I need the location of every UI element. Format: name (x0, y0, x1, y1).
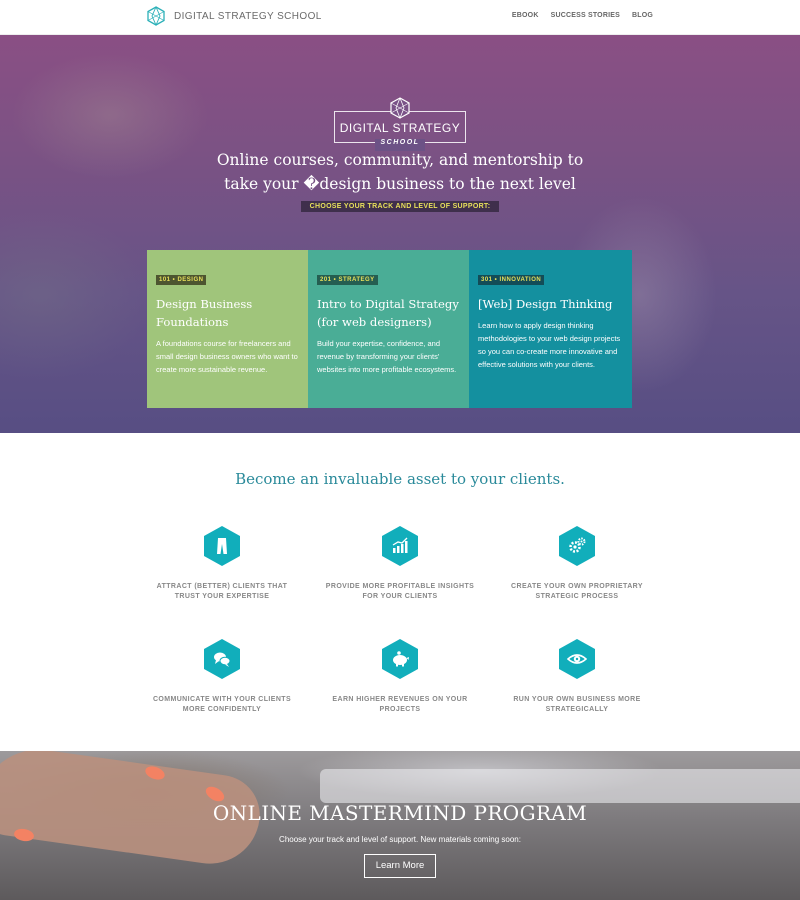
piggy-bank-icon (393, 651, 409, 667)
track-cards: 101 • DESIGN Design Business Foundations… (147, 250, 632, 408)
nav-link-ebook[interactable]: EBOOK (512, 12, 539, 19)
track-tag: 201 • STRATEGY (317, 275, 378, 285)
track-description: Build your expertise, confidence, and re… (317, 339, 457, 374)
nav-links: EBOOK SUCCESS STORIES BLOG (512, 12, 653, 19)
track-card-innovation[interactable]: 301 • INNOVATION [Web] Design Thinking L… (469, 250, 632, 408)
nav-link-success-stories[interactable]: SUCCESS STORIES (551, 12, 620, 19)
track-card-design[interactable]: 101 • DESIGN Design Business Foundations… (147, 250, 308, 408)
track-title: Design Business Foundations (156, 297, 253, 329)
hex-badge (204, 639, 240, 679)
track-tag: 101 • DESIGN (156, 275, 207, 285)
site-logo[interactable]: DIGITAL STRATEGY SCHOOL (146, 6, 322, 26)
benefits-heading: Become an invaluable asset to your clien… (235, 470, 565, 488)
mastermind-section: ONLINE MASTERMIND PROGRAM Choose your tr… (0, 751, 800, 900)
choose-track-label: CHOOSE YOUR TRACK AND LEVEL OF SUPPORT: (301, 201, 499, 212)
benefit-label: COMMUNICATE WITH YOUR CLIENTS MORE CONFI… (152, 696, 292, 713)
keyboard-background (320, 769, 800, 803)
logo-icon (390, 97, 410, 119)
hero-section: DIGITAL STRATEGY SCHOOL Online courses, … (0, 35, 800, 433)
benefit-label: EARN HIGHER REVENUES ON YOUR PROJECTS (332, 696, 468, 713)
gears-icon (569, 537, 586, 553)
track-card-strategy[interactable]: 201 • STRATEGY Intro to Digital Strategy… (308, 250, 469, 408)
track-tag: 301 • INNOVATION (478, 275, 545, 285)
benefit-label: CREATE YOUR OWN PROPRIETARY STRATEGIC PR… (511, 583, 643, 600)
hex-badge (204, 526, 240, 566)
top-navigation: DIGITAL STRATEGY SCHOOL EBOOK SUCCESS ST… (0, 0, 800, 35)
track-description: Learn how to apply design thinking metho… (478, 321, 621, 369)
benefit-communicate: COMMUNICATE WITH YOUR CLIENTS MORE CONFI… (147, 639, 297, 715)
nav-link-blog[interactable]: BLOG (632, 12, 653, 19)
mastermind-title: ONLINE MASTERMIND PROGRAM (212, 801, 588, 825)
logo-text: DIGITAL STRATEGY SCHOOL (174, 10, 322, 22)
benefit-run-business: RUN YOUR OWN BUSINESS MORE STRATEGICALLY (502, 639, 652, 715)
hex-badge (559, 526, 595, 566)
track-title: Intro to Digital Strategy (for web desig… (317, 297, 459, 329)
benefit-profitable-insights: PROVIDE MORE PROFITABLE INSIGHTS FOR YOU… (325, 526, 475, 602)
hex-badge (382, 526, 418, 566)
mastermind-subtitle: Choose your track and level of support. … (279, 835, 521, 844)
benefit-label: RUN YOUR OWN BUSINESS MORE STRATEGICALLY (513, 696, 641, 713)
eye-icon (567, 654, 587, 664)
growth-chart-icon (392, 537, 408, 553)
benefit-label: PROVIDE MORE PROFITABLE INSIGHTS FOR YOU… (325, 583, 475, 600)
hex-badge (382, 639, 418, 679)
badge-title: DIGITAL STRATEGY (339, 121, 461, 135)
logo-icon (147, 6, 165, 26)
benefit-label: ATTRACT (BETTER) CLIENTS THAT TRUST YOUR… (156, 583, 288, 600)
benefit-attract-clients: ATTRACT (BETTER) CLIENTS THAT TRUST YOUR… (147, 526, 297, 602)
hero-heading: Online courses, community, and mentorshi… (150, 148, 650, 196)
learn-more-button[interactable]: Learn More (364, 854, 436, 878)
hero-logo-badge: DIGITAL STRATEGY SCHOOL (334, 97, 466, 151)
pants-icon (217, 538, 227, 554)
benefit-strategic-process: CREATE YOUR OWN PROPRIETARY STRATEGIC PR… (502, 526, 652, 602)
track-title: [Web] Design Thinking (478, 297, 613, 311)
track-description: A foundations course for freelancers and… (156, 339, 298, 374)
hex-badge (559, 639, 595, 679)
benefit-higher-revenue: EARN HIGHER REVENUES ON YOUR PROJECTS (325, 639, 475, 715)
hero-heading-line-1: Online courses, community, and mentorshi… (216, 151, 584, 169)
chat-bubbles-icon (214, 652, 231, 667)
hero-heading-line-2: take your �design business to the next l… (224, 175, 576, 193)
